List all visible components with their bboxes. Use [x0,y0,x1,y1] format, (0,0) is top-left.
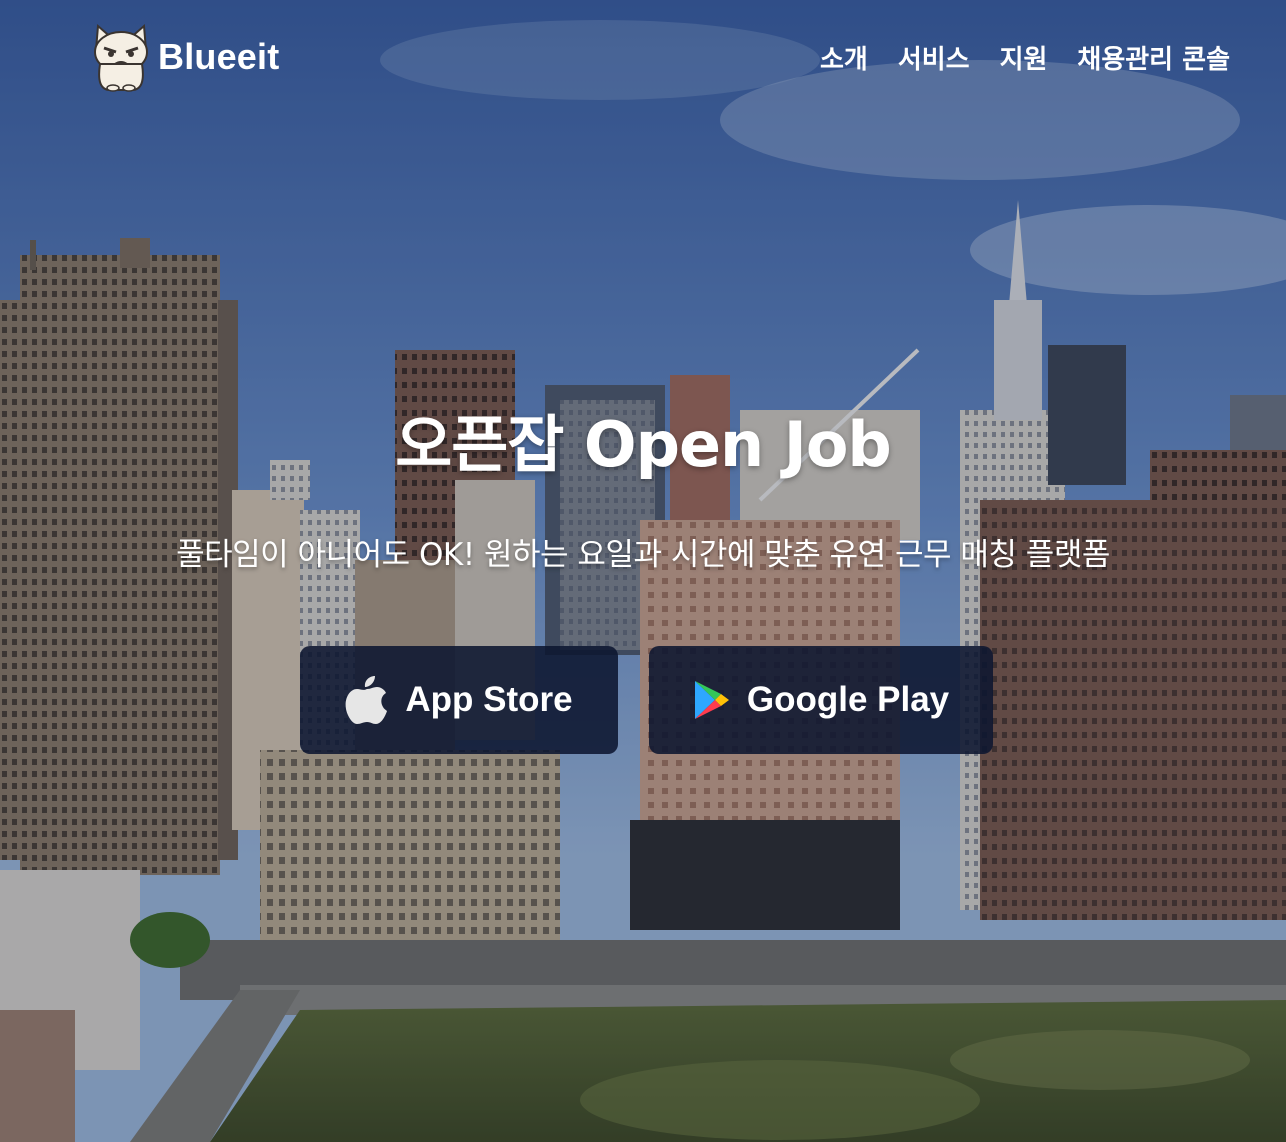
nav-item-support[interactable]: 지원 [1000,40,1048,80]
app-store-label: App Store [405,680,573,719]
nav-item-about[interactable]: 소개 [820,40,868,80]
brand-name: Blueeit [158,36,280,77]
nav-item-recruit-console[interactable]: 채용관리 콘솔 [1077,40,1230,80]
brand-logo[interactable]: Blueeit [90,20,279,94]
nav-item-services[interactable]: 서비스 [898,40,970,80]
google-play-button[interactable]: Google Play [649,646,993,754]
google-play-label: Google Play [746,680,950,719]
hero-title: 오픈잡 Open Job [395,408,892,481]
site-header: Blueeit 소개 서비스 지원 채용관리 콘솔 [0,0,1286,120]
cat-logo-icon [94,23,148,92]
apple-icon [345,674,389,726]
hero-subtitle: 풀타임이 아니어도 OK! 원하는 요일과 시간에 맞춘 유연 근무 매칭 플랫… [176,537,1110,573]
google-play-icon [693,679,731,721]
main-nav: 소개 서비스 지원 채용관리 콘솔 [820,40,1230,80]
app-store-button[interactable]: App Store [300,646,618,754]
